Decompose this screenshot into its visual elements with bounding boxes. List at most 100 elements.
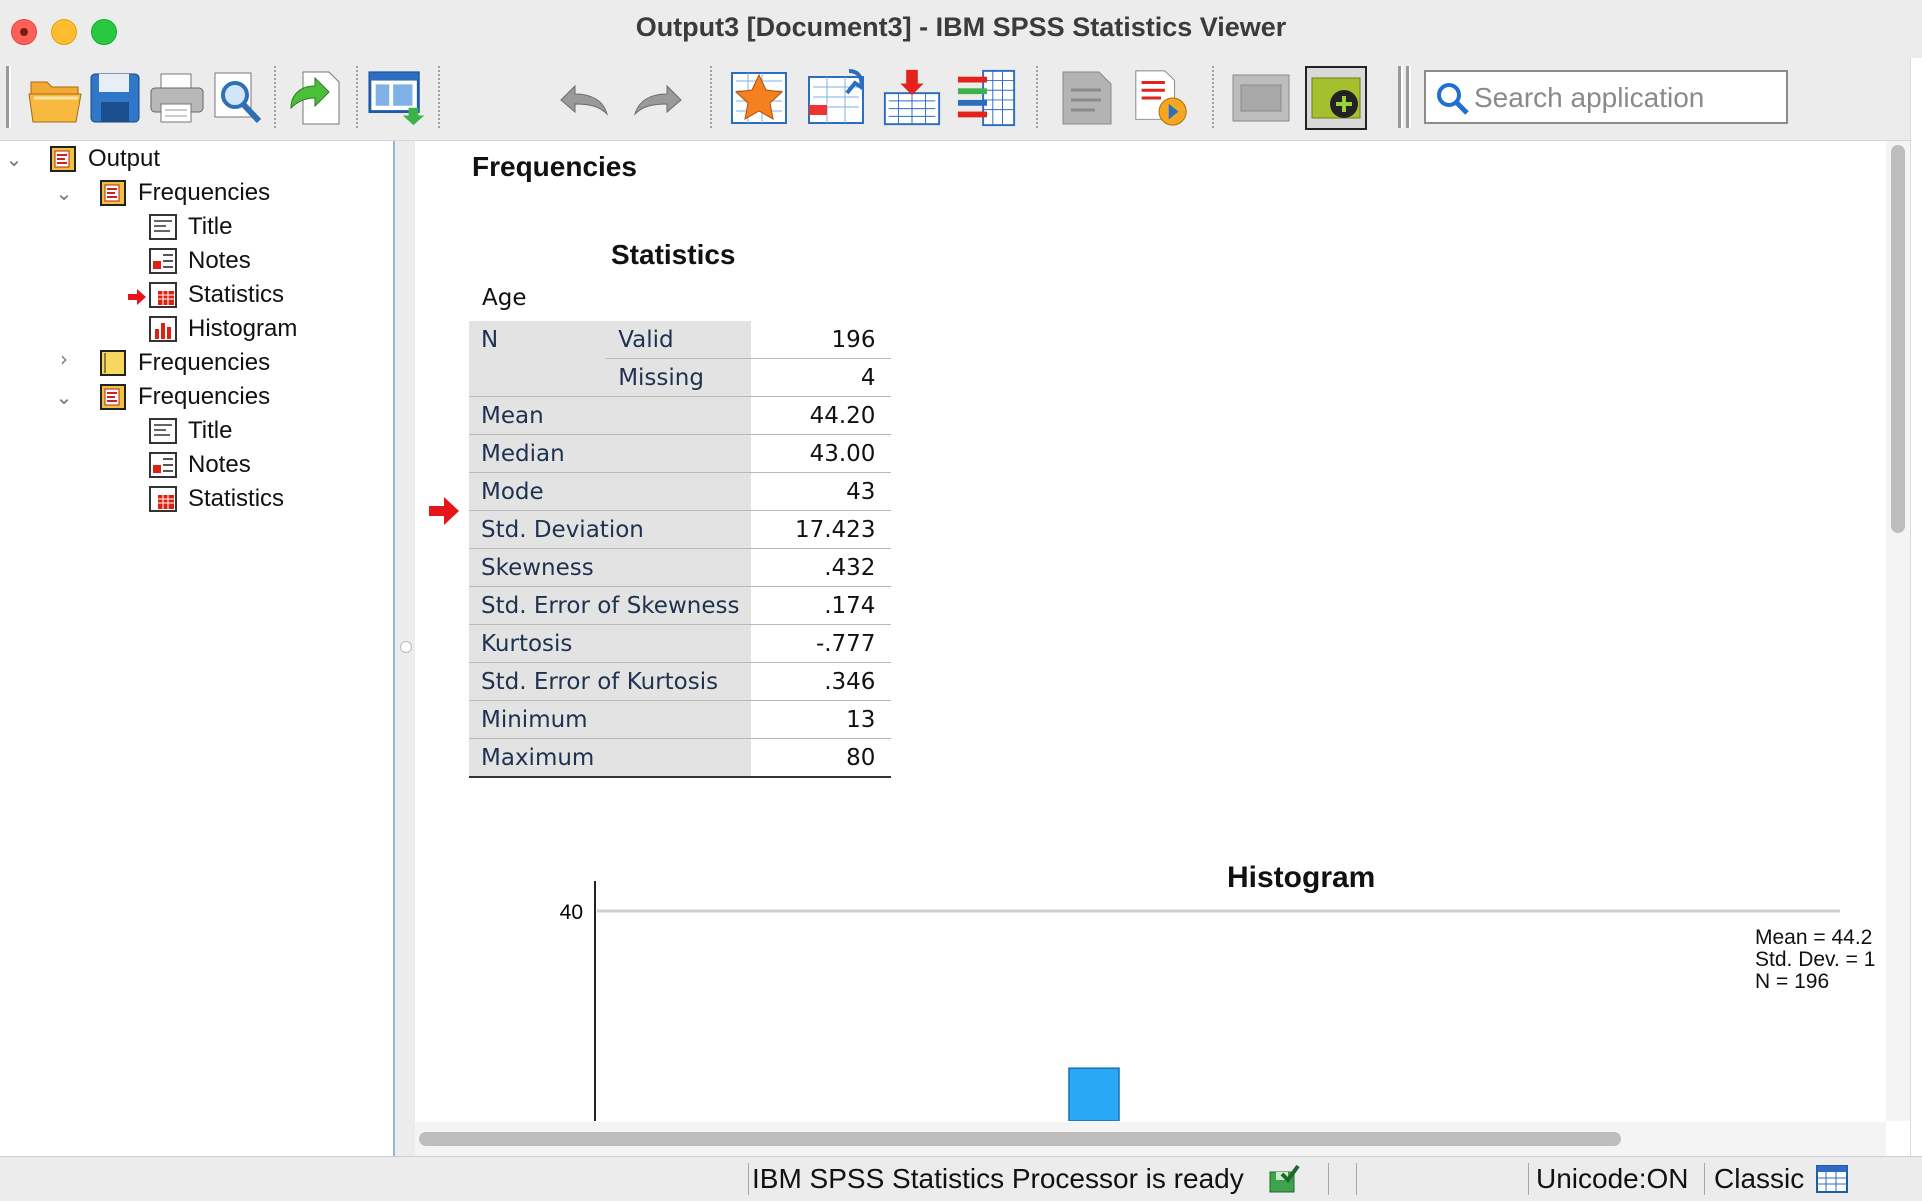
section-title: Frequencies	[472, 151, 637, 182]
run-script-icon[interactable]	[1130, 66, 1192, 130]
row-value: .432	[751, 548, 892, 587]
toolbar-grip-right-2	[1406, 66, 1411, 128]
output-content-pane[interactable]: Frequencies Statistics Age N Valid 196 M…	[415, 141, 1885, 1121]
row-value: 196	[751, 321, 892, 359]
chevron-right-icon[interactable]: ›	[52, 347, 76, 371]
table-row: Maximum 80	[469, 738, 892, 778]
table-row: Minimum 13	[469, 700, 892, 739]
table-row: Skewness .432	[469, 548, 892, 587]
chevron-down-icon[interactable]: ⌄	[2, 147, 26, 171]
vertical-scroll-thumb[interactable]	[1891, 145, 1905, 533]
processor-ready-icon	[1268, 1161, 1300, 1197]
mode-status: Classic	[1714, 1163, 1805, 1194]
tree-node-frequencies-3[interactable]: Frequencies	[98, 381, 270, 413]
histogram-chart: 40	[560, 881, 1840, 1121]
table-icon	[148, 280, 178, 310]
row-label: Maximum	[469, 738, 752, 778]
toolbar-grip-right[interactable]	[1398, 66, 1403, 128]
row-value: 43.00	[751, 434, 892, 473]
tree-node-title[interactable]: Title	[148, 211, 232, 243]
pane-splitter[interactable]	[395, 141, 415, 1156]
show-all-icon[interactable]	[1230, 66, 1292, 130]
goto-data-icon[interactable]	[728, 66, 790, 130]
tree-node-statistics-2[interactable]: Statistics	[148, 483, 284, 515]
search-input[interactable]	[1472, 72, 1786, 124]
designate-window-icon[interactable]	[1056, 66, 1118, 130]
row-label: Std. Deviation	[469, 510, 752, 549]
table-title: Statistics	[611, 239, 736, 270]
goto-variable-icon[interactable]	[881, 66, 943, 130]
layout-icon[interactable]	[1816, 1161, 1848, 1197]
table-row: Std. Error of Kurtosis .346	[469, 662, 892, 701]
table-row: Median 43.00	[469, 434, 892, 473]
row-sublabel: Missing	[606, 358, 752, 397]
legend-std-dev: Std. Dev. = 1	[1755, 948, 1876, 971]
vertical-scrollbar[interactable]	[1886, 141, 1910, 1121]
row-label: Std. Error of Kurtosis	[469, 662, 752, 701]
save-icon[interactable]	[84, 66, 146, 130]
undo-icon[interactable]	[552, 66, 614, 130]
horizontal-scrollbar[interactable]	[415, 1122, 1886, 1156]
row-value: 4	[751, 358, 892, 397]
row-label: Median	[469, 434, 752, 473]
table-row: Std. Deviation 17.423	[469, 510, 892, 549]
tree-node-statistics[interactable]: Statistics	[148, 279, 284, 311]
export-icon[interactable]	[284, 66, 346, 130]
tree-node-histogram[interactable]: Histogram	[148, 313, 297, 345]
search-icon	[1436, 82, 1470, 120]
variables-icon[interactable]	[956, 66, 1018, 130]
redo-icon[interactable]	[628, 66, 690, 130]
search-box[interactable]	[1424, 70, 1788, 124]
statistics-table[interactable]: N Valid 196 Missing 4 Mean 44.20 Median 43…	[469, 321, 892, 778]
tree-node-output[interactable]: Output	[48, 143, 160, 175]
row-label: N	[469, 321, 607, 359]
y-tick-label: 40	[560, 901, 583, 924]
row-label: Skewness	[469, 548, 752, 587]
table-row: N Valid 196	[469, 321, 892, 359]
window-title: Output3 [Document3] - IBM SPSS Statistic…	[635, 12, 1287, 42]
print-icon[interactable]	[146, 66, 208, 130]
row-sublabel: Valid	[606, 321, 752, 359]
unicode-status: Unicode:ON	[1536, 1163, 1689, 1194]
notes-icon	[148, 246, 178, 276]
tree-node-frequencies-2[interactable]: Frequencies	[98, 347, 270, 379]
tree-node-frequencies-1[interactable]: Frequencies	[98, 177, 270, 209]
table-icon	[148, 484, 178, 514]
row-value: 44.20	[751, 396, 892, 435]
recall-dialog-icon[interactable]	[366, 66, 428, 130]
insert-output-icon[interactable]	[1305, 66, 1367, 130]
row-label: Minimum	[469, 700, 752, 739]
row-value: 17.423	[751, 510, 892, 549]
row-value: .174	[751, 586, 892, 625]
histogram-bar	[1068, 1067, 1120, 1121]
chart-icon	[148, 314, 178, 344]
row-label: Mode	[469, 472, 752, 511]
frequencies-book-closed-icon	[98, 348, 128, 378]
status-message: IBM SPSS Statistics Processor is ready	[752, 1163, 1244, 1194]
row-label: Kurtosis	[469, 624, 752, 663]
goto-case-icon[interactable]	[805, 66, 867, 130]
table-row: Missing 4	[469, 358, 892, 397]
current-item-arrow-icon	[128, 289, 146, 309]
title-icon	[148, 212, 178, 242]
tree-node-title-2[interactable]: Title	[148, 415, 232, 447]
chevron-down-icon[interactable]: ⌄	[52, 385, 76, 409]
notes-icon	[148, 450, 178, 480]
tree-node-notes[interactable]: Notes	[148, 245, 251, 277]
chevron-down-icon[interactable]: ⌄	[52, 181, 76, 205]
tree-node-notes-2[interactable]: Notes	[148, 449, 251, 481]
table-row: Kurtosis -.777	[469, 624, 892, 663]
histogram-legend: Mean = 44.2 Std. Dev. = 1 N = 196	[1755, 927, 1875, 993]
row-label	[469, 358, 607, 397]
table-row: Mode 43	[469, 472, 892, 511]
frequencies-book-icon	[98, 382, 128, 412]
open-icon[interactable]	[24, 66, 86, 130]
print-preview-icon[interactable]	[206, 66, 268, 130]
legend-n: N = 196	[1755, 970, 1830, 993]
title-bar: Output3 [Document3] - IBM SPSS Statistic…	[0, 0, 1922, 59]
legend-mean: Mean = 44.2	[1755, 926, 1873, 949]
toolbar-grip[interactable]	[6, 66, 11, 128]
title-icon	[148, 416, 178, 446]
outline-tree[interactable]: ⌄ Output ⌄ Frequencies Title Notes Stati…	[0, 141, 395, 1156]
horizontal-scroll-thumb[interactable]	[419, 1132, 1621, 1146]
